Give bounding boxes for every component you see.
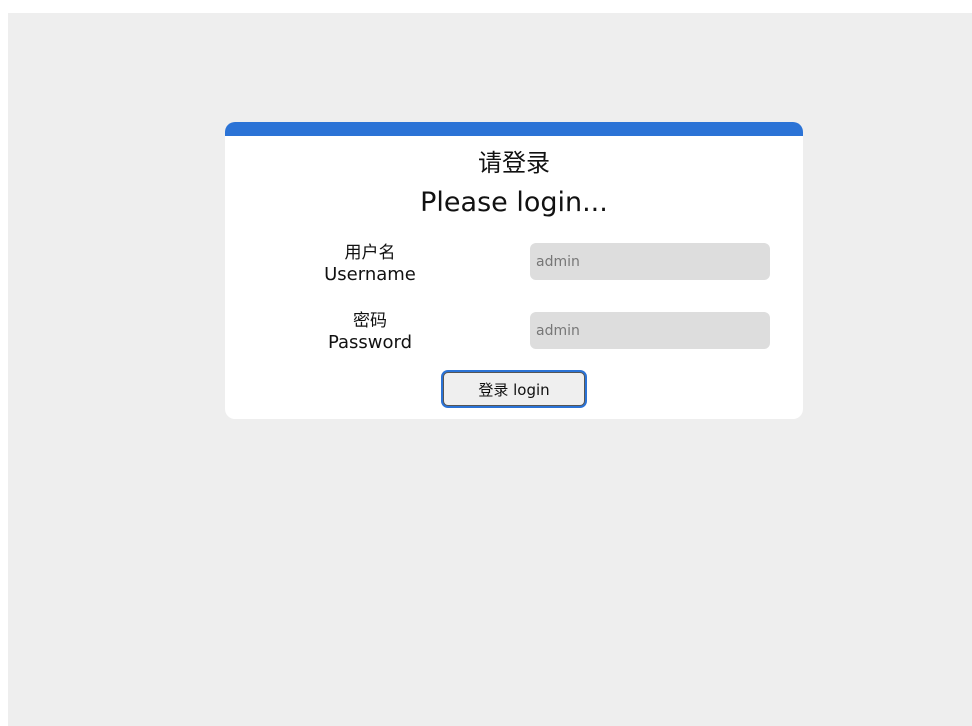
password-label: 密码 Password: [290, 310, 450, 354]
username-label-en: Username: [324, 264, 416, 285]
password-label-cn: 密码: [353, 311, 387, 331]
password-input[interactable]: [530, 312, 770, 349]
username-label: 用户名 Username: [290, 242, 450, 286]
username-input[interactable]: [530, 243, 770, 280]
login-button[interactable]: 登录 login: [443, 372, 585, 406]
password-label-en: Password: [327, 332, 413, 353]
login-card: 请登录 Please login... 用户名 Username 密码 Pass…: [225, 122, 803, 419]
login-title-cn: 请登录: [478, 149, 550, 177]
login-title-en: Please login...: [420, 187, 608, 218]
username-label-cn: 用户名: [344, 243, 396, 263]
